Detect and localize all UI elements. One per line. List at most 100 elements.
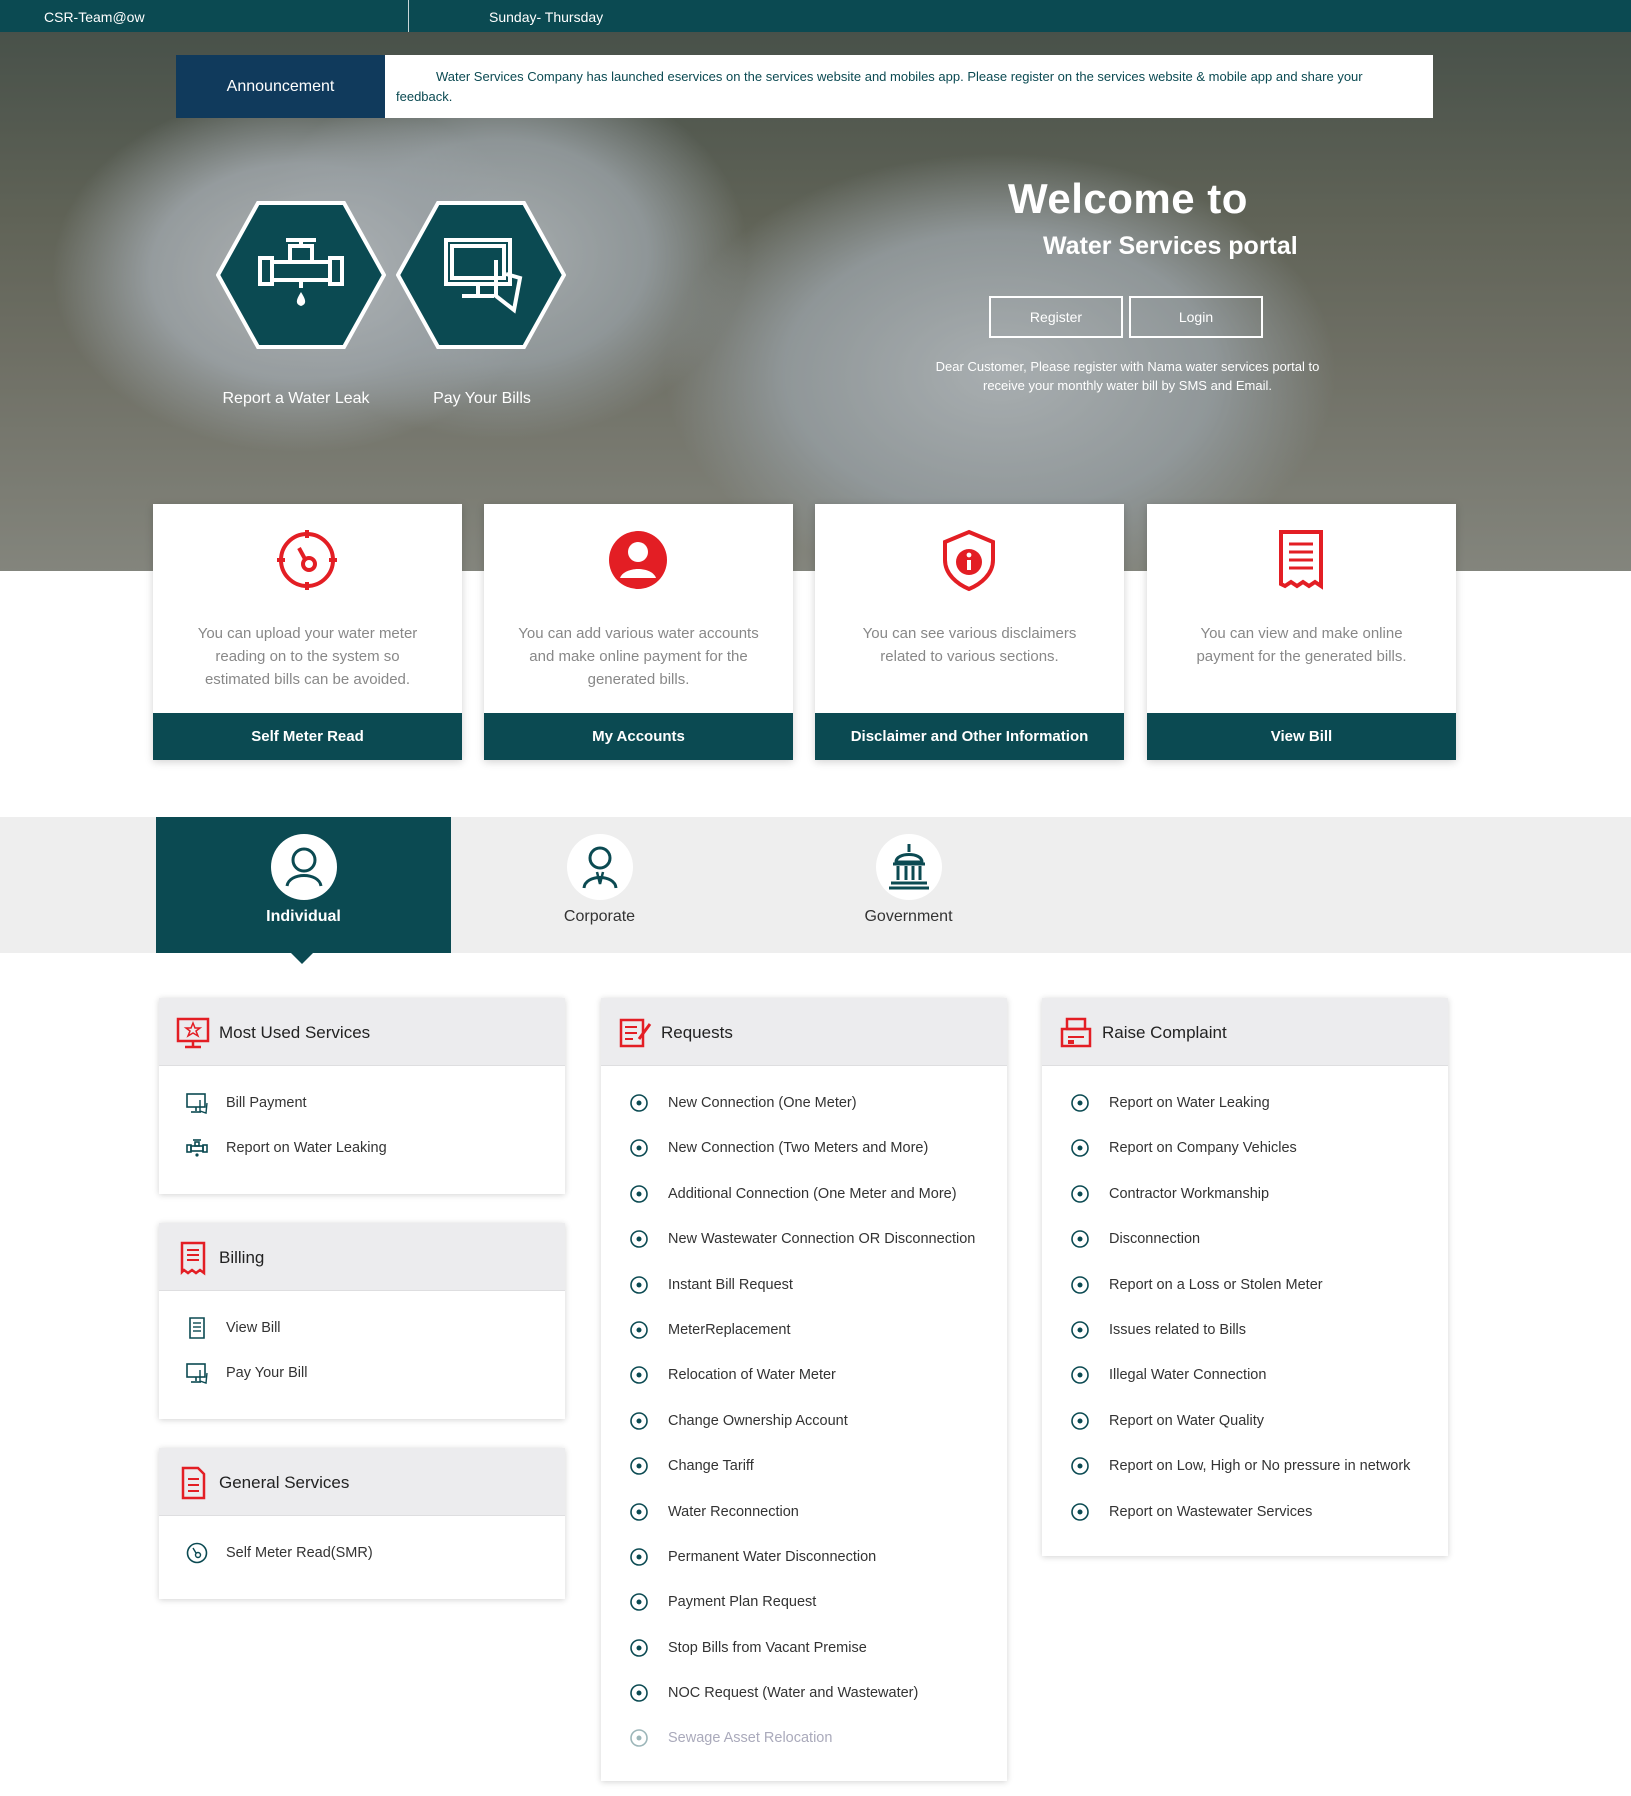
user-label: CSR-Team@ow	[44, 9, 145, 25]
service-item-bill-payment[interactable]: Bill Payment	[159, 1084, 565, 1129]
service-icon	[630, 1548, 648, 1566]
computer-payment-icon	[186, 1093, 208, 1114]
complaints-label: Report on Wastewater Services	[1109, 1503, 1313, 1520]
requests-item[interactable]: Water Reconnection	[601, 1493, 1007, 1538]
service-icon	[1071, 1457, 1089, 1475]
requests-item[interactable]: Payment Plan Request	[601, 1583, 1007, 1628]
requests-item[interactable]: Change Tariff	[601, 1447, 1007, 1492]
login-button[interactable]: Login	[1129, 296, 1263, 338]
service-icon	[1071, 1321, 1089, 1339]
panel-title: Most Used Services	[219, 1023, 371, 1042]
requests-item[interactable]: Stop Bills from Vacant Premise	[601, 1629, 1007, 1674]
tab-label: Government	[864, 908, 953, 925]
complaints-item[interactable]: Report on Company Vehicles	[1042, 1129, 1448, 1174]
requests-item[interactable]: Additional Connection (One Meter and Mor…	[601, 1175, 1007, 1220]
complaints-item[interactable]: Report on Water Quality	[1042, 1402, 1448, 1447]
pay-bills-label[interactable]: Pay Your Bills	[382, 390, 582, 408]
card-description: You can see various disclaimers related …	[862, 625, 1077, 665]
service-icon	[630, 1184, 648, 1203]
tab-individual[interactable]: Individual	[156, 817, 451, 953]
service-icon	[1071, 1139, 1089, 1158]
pay-bills-hex[interactable]	[395, 200, 567, 350]
panel-title: General Services	[219, 1473, 350, 1492]
document-icon	[181, 1466, 206, 1500]
computer-payment-icon	[395, 201, 567, 349]
requests-label: New Connection (Two Meters and More)	[668, 1140, 929, 1157]
register-button[interactable]: Register	[989, 296, 1123, 338]
panel-title: Raise Complaint	[1102, 1023, 1227, 1042]
user-account-icon	[609, 531, 667, 589]
billing-item-view-bill[interactable]: View Bill	[159, 1309, 565, 1354]
register-note: Dear Customer, Please register with Nama…	[935, 359, 1320, 393]
disclaimer-button[interactable]: Disclaimer and Other Information	[815, 713, 1124, 760]
requests-label: Change Ownership Account	[668, 1412, 848, 1429]
complaints-item[interactable]: Report on Wastewater Services	[1042, 1493, 1448, 1538]
complaints-label: Report on Company Vehicles	[1109, 1140, 1297, 1157]
requests-item[interactable]: New Wastewater Connection OR Disconnecti…	[601, 1220, 1007, 1265]
general-services-panel: General Services Self Meter Read(SMR)	[159, 1448, 565, 1599]
tab-government[interactable]: Government	[761, 817, 1056, 953]
service-icon	[1071, 1275, 1089, 1294]
requests-label: Payment Plan Request	[668, 1594, 817, 1611]
complaints-item[interactable]: Issues related to Bills	[1042, 1311, 1448, 1356]
requests-label: New Connection (One Meter)	[668, 1095, 857, 1111]
service-icon	[630, 1139, 648, 1158]
requests-item[interactable]: Change Ownership Account	[601, 1402, 1007, 1447]
meter-gauge-icon	[277, 530, 337, 590]
card-my-accounts: You can add various water accounts and m…	[484, 504, 793, 760]
requests-label: Sewage Asset Relocation	[668, 1730, 833, 1747]
requests-item[interactable]: New Connection (Two Meters and More)	[601, 1129, 1007, 1174]
requests-item[interactable]: New Connection (One Meter)	[601, 1084, 1007, 1129]
top-bar: CSR-Team@ow Sunday- Thursday	[0, 0, 1631, 32]
service-icon	[630, 1684, 648, 1702]
card-self-meter-read: You can upload your water meter reading …	[153, 504, 462, 760]
report-water-leak-hex[interactable]	[215, 200, 387, 350]
meter-gauge-icon	[186, 1542, 208, 1564]
person-icon	[285, 847, 323, 887]
requests-item[interactable]: Permanent Water Disconnection	[601, 1538, 1007, 1583]
view-bill-button[interactable]: View Bill	[1147, 713, 1456, 760]
requests-label: Permanent Water Disconnection	[668, 1548, 877, 1565]
requests-item[interactable]: MeterReplacement	[601, 1311, 1007, 1356]
service-icon	[1071, 1366, 1089, 1385]
billing-label: View Bill	[226, 1320, 281, 1336]
requests-label: Additional Connection (One Meter and Mor…	[668, 1185, 957, 1202]
service-item-report-water-leaking[interactable]: Report on Water Leaking	[159, 1129, 565, 1174]
requests-label: Relocation of Water Meter	[668, 1367, 836, 1384]
card-description: You can upload your water meter reading …	[197, 625, 418, 688]
shield-info-icon	[943, 529, 995, 592]
requests-item[interactable]: Relocation of Water Meter	[601, 1356, 1007, 1401]
most-used-services-panel: Most Used Services Bill Payment Report o…	[159, 998, 565, 1194]
government-building-icon	[889, 844, 929, 890]
tab-corporate[interactable]: Corporate	[452, 817, 747, 953]
raise-complaint-panel: Raise Complaint Report on Water Leaking R…	[1042, 998, 1448, 1556]
complaints-item[interactable]: Illegal Water Connection	[1042, 1356, 1448, 1401]
service-icon	[1071, 1230, 1089, 1248]
complaints-label: Issues related to Bills	[1109, 1321, 1247, 1338]
corporate-person-icon	[582, 846, 618, 889]
complaints-item[interactable]: Disconnection	[1042, 1220, 1448, 1265]
billing-item-pay-your-bill[interactable]: Pay Your Bill	[159, 1354, 565, 1399]
complaints-item[interactable]: Report on Low, High or No pressure in ne…	[1042, 1447, 1448, 1492]
panel-header: Most Used Services	[159, 998, 565, 1066]
complaints-item[interactable]: Report on Water Leaking	[1042, 1084, 1448, 1129]
complaints-item[interactable]: Report on a Loss or Stolen Meter	[1042, 1266, 1448, 1311]
complaints-label: Report on Water Leaking	[1109, 1095, 1270, 1111]
working-days: Sunday- Thursday	[489, 9, 604, 25]
report-water-leak-label[interactable]: Report a Water Leak	[196, 390, 396, 408]
general-item-self-meter-read[interactable]: Self Meter Read(SMR)	[159, 1534, 565, 1579]
self-meter-read-button[interactable]: Self Meter Read	[153, 713, 462, 760]
welcome-subtitle: Water Services portal	[1043, 232, 1298, 260]
service-icon	[630, 1094, 648, 1112]
my-accounts-button[interactable]: My Accounts	[484, 713, 793, 760]
requests-item[interactable]: Sewage Asset Relocation	[601, 1719, 1007, 1764]
requests-item[interactable]: NOC Request (Water and Wastewater)	[601, 1674, 1007, 1719]
requests-label: NOC Request (Water and Wastewater)	[668, 1685, 919, 1702]
service-icon	[1071, 1411, 1089, 1430]
complaints-item[interactable]: Contractor Workmanship	[1042, 1175, 1448, 1220]
service-icon	[1071, 1502, 1089, 1521]
requests-item[interactable]: Instant Bill Request	[601, 1266, 1007, 1311]
billing-panel: Billing View Bill Pay Your Bill	[159, 1223, 565, 1419]
card-description: You can add various water accounts and m…	[518, 625, 759, 688]
complaints-label: Report on a Loss or Stolen Meter	[1109, 1276, 1323, 1293]
